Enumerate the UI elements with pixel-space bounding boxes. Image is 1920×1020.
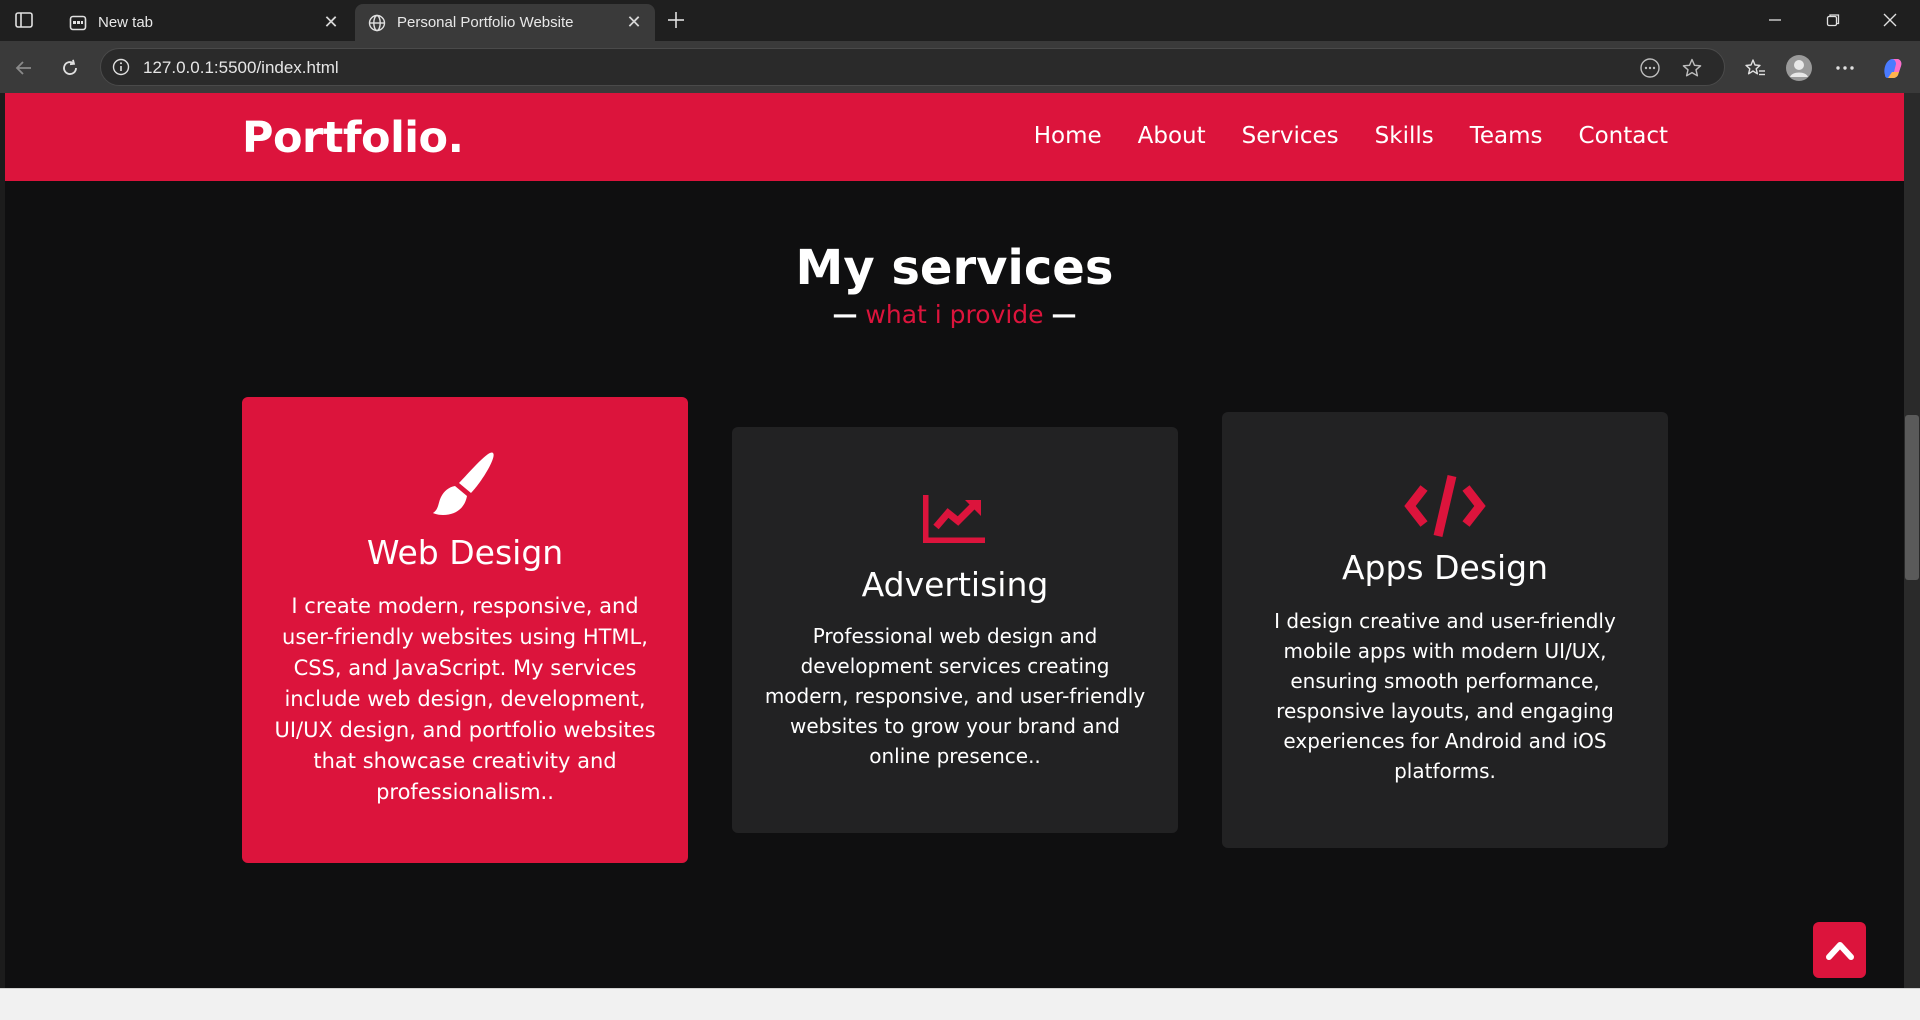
url-text[interactable]: 127.0.0.1:5500/index.html	[143, 58, 339, 78]
new-tab-button[interactable]	[664, 8, 688, 32]
card-description: I create modern, responsive, and user-fr…	[274, 594, 656, 804]
code-icon	[1222, 474, 1668, 538]
refresh-icon[interactable]	[56, 54, 84, 82]
site-info-icon[interactable]	[112, 58, 130, 76]
scroll-to-top-button[interactable]	[1813, 922, 1866, 978]
card-title: Advertising	[861, 565, 1049, 604]
site-logo[interactable]: Portfolio.	[242, 113, 464, 163]
service-card-apps-design[interactable]: Apps Design I design creative and user-f…	[1222, 412, 1668, 848]
card-title: Web Design	[366, 533, 564, 572]
chart-line-icon	[732, 493, 1178, 543]
close-window-icon[interactable]	[1877, 7, 1903, 33]
window-bottom-edge	[0, 988, 1920, 1020]
page-viewport: Portfolio. Home About Services Skills Te…	[5, 93, 1904, 988]
read-aloud-icon[interactable]	[1639, 57, 1661, 79]
service-card-web-design[interactable]: Web Design I create modern, responsive, …	[242, 397, 688, 863]
site-header: Portfolio. Home About Services Skills Te…	[5, 93, 1904, 181]
nav-contact[interactable]: Contact	[1579, 123, 1668, 149]
scrollbar-thumb[interactable]	[1905, 415, 1919, 580]
service-card-advertising[interactable]: Advertising Professional web design and …	[732, 427, 1178, 833]
tab-portfolio[interactable]: Personal Portfolio Website ✕	[355, 4, 655, 41]
services-subtitle: — what i provide —	[5, 300, 1904, 329]
card-title: Apps Design	[1341, 548, 1549, 587]
main-nav: Home About Services Skills Teams Contact	[1034, 123, 1668, 149]
star-icon[interactable]	[1681, 57, 1703, 79]
close-icon[interactable]: ✕	[625, 12, 643, 32]
tab-title: Personal Portfolio Website	[397, 14, 574, 31]
profile-avatar-icon[interactable]	[1785, 54, 1813, 82]
card-description: I design creative and user-friendly mobi…	[1274, 609, 1616, 783]
browser-toolbar: 127.0.0.1:5500/index.html	[0, 41, 1920, 93]
tab-bar: New tab ✕ Personal Portfolio Website ✕	[0, 0, 1920, 41]
tab-title: New tab	[98, 14, 154, 31]
minimize-icon[interactable]	[1762, 7, 1788, 33]
restore-icon[interactable]	[1820, 7, 1846, 33]
nav-about[interactable]: About	[1138, 123, 1206, 149]
back-icon[interactable]	[10, 54, 38, 82]
close-icon[interactable]: ✕	[322, 12, 340, 32]
nav-skills[interactable]: Skills	[1375, 123, 1434, 149]
subtitle-dash-right: —	[1051, 300, 1077, 329]
globe-icon	[367, 13, 387, 33]
tab-new-tab[interactable]: New tab ✕	[56, 4, 352, 41]
newtab-icon	[68, 13, 88, 33]
nav-home[interactable]: Home	[1034, 123, 1102, 149]
services-title: My services	[795, 240, 1114, 296]
subtitle-text: what i provide	[865, 300, 1044, 329]
subtitle-dash-left: —	[832, 300, 858, 329]
card-description: Professional web design and development …	[764, 624, 1146, 768]
nav-services[interactable]: Services	[1242, 123, 1339, 149]
favorites-icon[interactable]	[1741, 54, 1769, 82]
sidebar-toggle-icon[interactable]	[12, 9, 36, 31]
nav-teams[interactable]: Teams	[1470, 123, 1543, 149]
more-options-icon[interactable]	[1831, 54, 1859, 82]
copilot-icon[interactable]	[1879, 54, 1907, 82]
paintbrush-icon	[242, 449, 688, 521]
address-bar[interactable]: 127.0.0.1:5500/index.html	[100, 48, 1725, 86]
